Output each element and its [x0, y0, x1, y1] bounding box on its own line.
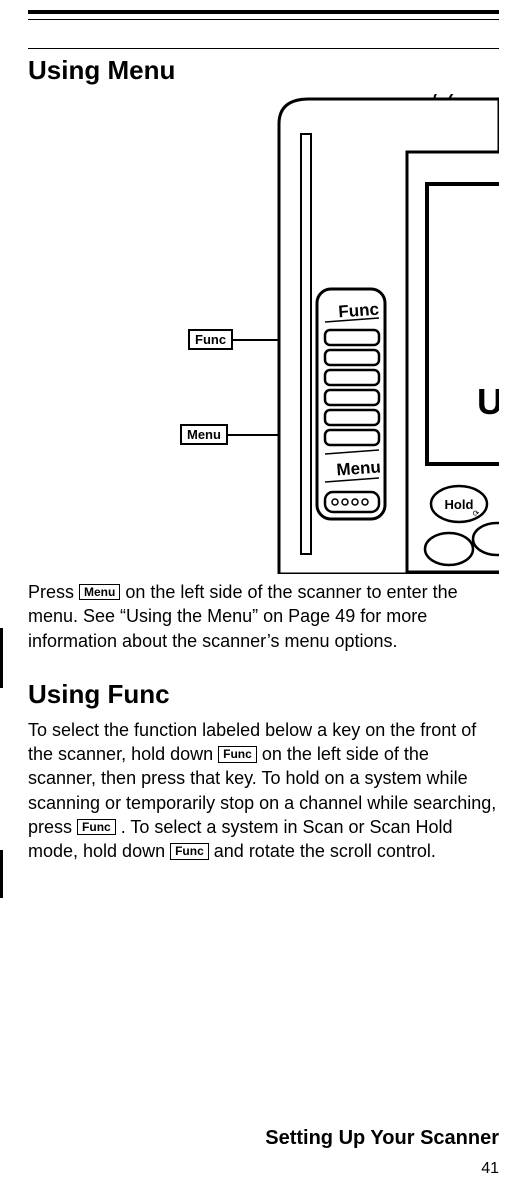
change-bar-2 [0, 850, 3, 898]
p2-text-d: and rotate the scroll control. [214, 841, 436, 861]
page-top-thick-rule [28, 10, 499, 14]
device-label-menu: Menu [336, 457, 382, 479]
change-bar-1 [0, 628, 3, 688]
page-number: 41 [481, 1160, 499, 1178]
footer-section-title: Setting Up Your Scanner [265, 1127, 499, 1150]
inline-key-func-3: Func [170, 843, 209, 859]
section-rule-1 [28, 48, 499, 49]
callout-menu: Menu [180, 424, 228, 445]
callout-func-label: Func [195, 332, 226, 347]
callout-func: Func [188, 329, 233, 350]
device-label-hold: Hold [445, 497, 474, 512]
svg-text:⟳: ⟳ [473, 509, 480, 518]
screen-letter: U [477, 381, 499, 422]
paragraph-func: To select the function labeled below a k… [28, 718, 499, 864]
inline-key-func-1: Func [218, 746, 257, 762]
scanner-svg: Func Menu U [239, 94, 499, 574]
page-top-thin-rule [28, 19, 499, 20]
callout-menu-label: Menu [187, 427, 221, 442]
inline-key-menu: Menu [79, 584, 120, 600]
inline-key-func-2: Func [77, 819, 116, 835]
paragraph-menu: Press Menu on the left side of the scann… [28, 580, 499, 653]
heading-using-menu: Using Menu [28, 55, 499, 86]
scanner-illustration: Func Menu Func [28, 94, 499, 574]
heading-using-func: Using Func [28, 679, 499, 710]
p1-text-a: Press [28, 582, 79, 602]
